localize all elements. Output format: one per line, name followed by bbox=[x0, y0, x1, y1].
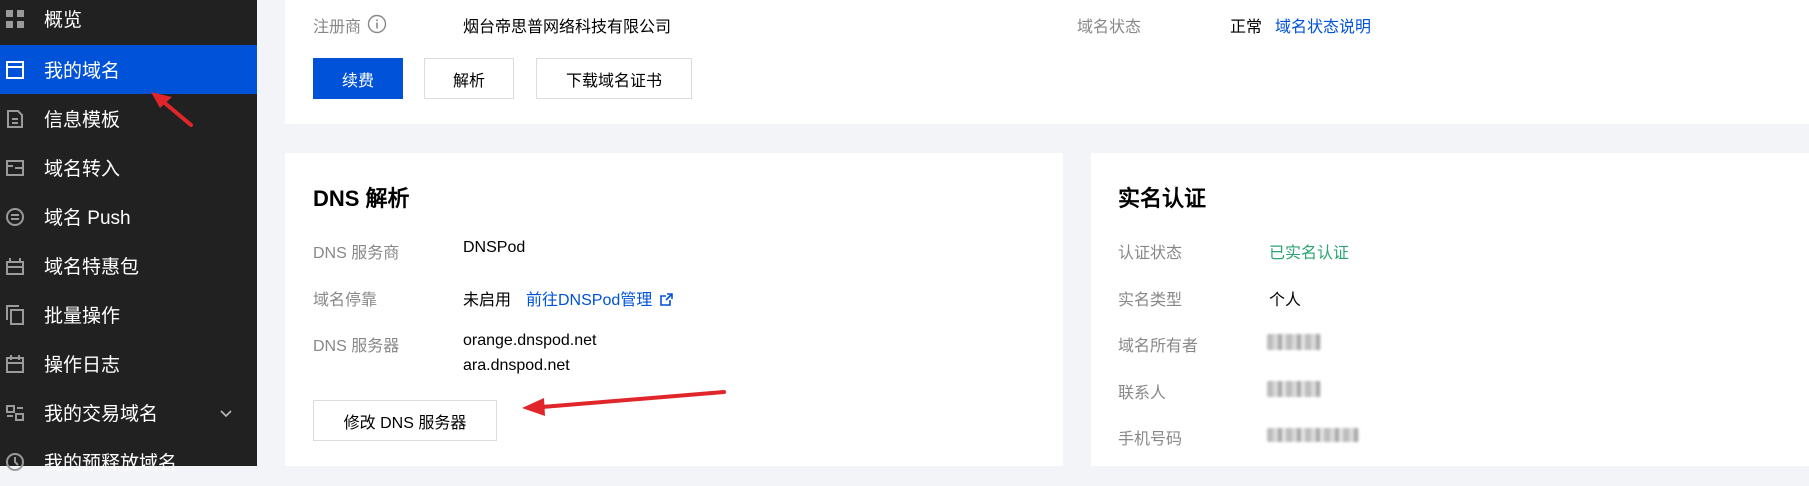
sidebar-item-batch-operations[interactable]: 批量操作 bbox=[0, 290, 257, 339]
dns-server-item: orange.dnspod.net bbox=[463, 332, 597, 349]
sidebar-item-my-prerelease-domains[interactable]: 我的预释放域名 bbox=[0, 437, 257, 486]
download-certificate-button[interactable]: 下载域名证书 bbox=[536, 58, 692, 99]
domain-status-label: 域名状态 bbox=[1077, 19, 1142, 36]
sidebar-item-info-templates[interactable]: 信息模板 bbox=[0, 94, 257, 143]
dnspod-manage-link-label: 前往DNSPod管理 bbox=[526, 292, 653, 309]
sidebar-item-label: 我的交易域名 bbox=[44, 404, 159, 425]
real-name-verification-card: 实名认证 认证状态 已实名认证 实名类型 个人 域名所有者 联系人 手机号码 bbox=[1091, 153, 1809, 466]
release-icon bbox=[6, 452, 24, 471]
domain-parking-value: 未启用 bbox=[463, 292, 512, 309]
sidebar-item-my-domains[interactable]: 我的域名 bbox=[0, 45, 257, 94]
dns-card-title: DNS 解析 bbox=[313, 186, 410, 211]
renew-button[interactable]: 续费 bbox=[313, 58, 403, 99]
sidebar-item-overview[interactable]: 概览 bbox=[0, 0, 257, 43]
sidebar: 概览 我的域名 信息模板 域名转入 域名 Push 域名特惠包 批量操作 操作日… bbox=[0, 0, 257, 474]
domain-owner-label: 域名所有者 bbox=[1118, 338, 1199, 355]
sidebar-item-domain-push[interactable]: 域名 Push bbox=[0, 192, 257, 241]
sidebar-item-label: 我的预释放域名 bbox=[44, 453, 178, 474]
transfer-in-icon bbox=[6, 159, 24, 176]
calendar-icon bbox=[6, 354, 24, 373]
sidebar-item-label: 域名特惠包 bbox=[44, 257, 140, 278]
sidebar-item-label: 域名 Push bbox=[44, 208, 131, 229]
realname-card-title: 实名认证 bbox=[1118, 186, 1207, 211]
realname-type-label: 实名类型 bbox=[1118, 292, 1183, 309]
external-link-icon bbox=[659, 293, 673, 306]
phone-label: 手机号码 bbox=[1118, 431, 1183, 448]
sidebar-item-label: 操作日志 bbox=[44, 355, 121, 376]
package-icon bbox=[6, 257, 24, 275]
dns-resolution-card: DNS 解析 DNS 服务商 DNSPod 域名停靠 未启用 前往DNSPod管… bbox=[285, 153, 1063, 466]
domain-parking-label: 域名停靠 bbox=[313, 292, 378, 309]
sidebar-item-operation-log[interactable]: 操作日志 bbox=[0, 339, 257, 388]
modify-dns-servers-button[interactable]: 修改 DNS 服务器 bbox=[313, 400, 497, 441]
sidebar-item-my-trade-domains[interactable]: 我的交易域名 bbox=[0, 388, 257, 437]
batch-copy-icon bbox=[6, 304, 24, 325]
resolve-button[interactable]: 解析 bbox=[424, 58, 514, 99]
domain-status-value: 正常 bbox=[1230, 19, 1263, 36]
domain-info-card: 注册商 烟台帝思普网络科技有限公司 域名状态 正常 域名状态说明 续费 解析 下… bbox=[285, 0, 1809, 124]
dns-provider-value: DNSPod bbox=[463, 239, 526, 256]
sidebar-item-label: 概览 bbox=[44, 10, 83, 31]
verification-status-label: 认证状态 bbox=[1118, 245, 1183, 262]
dns-servers-label: DNS 服务器 bbox=[313, 338, 400, 355]
redacted-contact-value bbox=[1267, 381, 1321, 397]
chevron-down-icon[interactable] bbox=[219, 406, 233, 420]
sidebar-item-label: 我的域名 bbox=[44, 61, 121, 82]
push-circle-icon bbox=[6, 207, 24, 226]
info-icon[interactable] bbox=[367, 14, 387, 34]
redacted-phone-value bbox=[1267, 428, 1359, 442]
document-icon bbox=[7, 109, 23, 128]
registrar-value: 烟台帝思普网络科技有限公司 bbox=[463, 19, 672, 36]
dns-provider-label: DNS 服务商 bbox=[313, 245, 400, 262]
dns-server-item: ara.dnspod.net bbox=[463, 357, 570, 374]
verification-status-value: 已实名认证 bbox=[1269, 245, 1350, 262]
sidebar-item-label: 域名转入 bbox=[44, 159, 121, 180]
dnspod-manage-link[interactable]: 前往DNSPod管理 bbox=[526, 286, 673, 310]
redacted-owner-value bbox=[1267, 334, 1321, 350]
sidebar-item-domain-transfer-in[interactable]: 域名转入 bbox=[0, 143, 257, 192]
grid-icon bbox=[6, 9, 24, 28]
trade-icon bbox=[6, 404, 24, 421]
sidebar-item-label: 批量操作 bbox=[44, 306, 121, 327]
browser-window-icon bbox=[6, 60, 24, 79]
sidebar-item-label: 信息模板 bbox=[44, 110, 121, 131]
contact-label: 联系人 bbox=[1118, 385, 1167, 402]
registrar-label: 注册商 bbox=[313, 19, 362, 36]
sidebar-item-domain-package[interactable]: 域名特惠包 bbox=[0, 241, 257, 290]
domain-status-help-link[interactable]: 域名状态说明 bbox=[1275, 13, 1371, 37]
realname-type-value: 个人 bbox=[1269, 292, 1302, 309]
